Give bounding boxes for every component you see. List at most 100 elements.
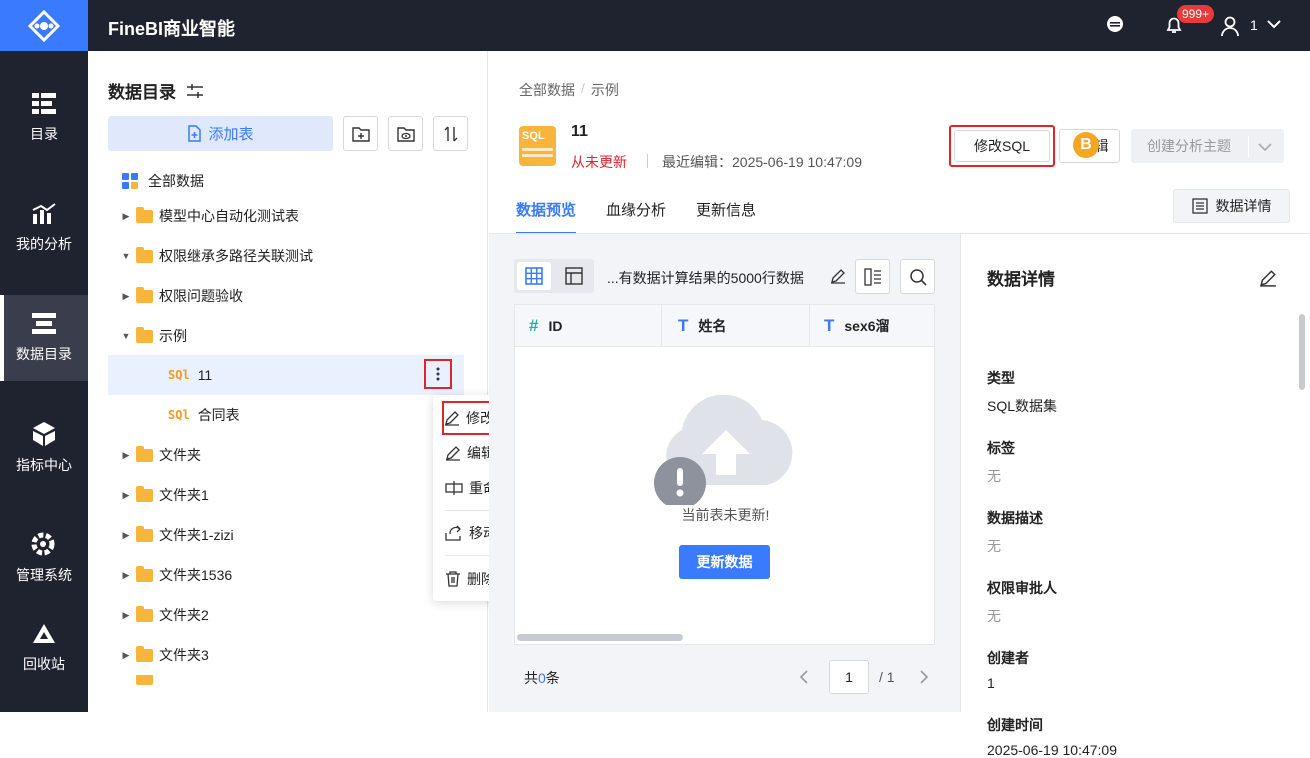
update-data-button[interactable]: 更新数据 xyxy=(679,545,770,579)
caret-icon[interactable]: ▼ xyxy=(116,251,136,261)
caret-icon[interactable]: ▶ xyxy=(116,291,136,302)
tree-root-all-data[interactable]: 全部数据 xyxy=(108,161,464,201)
nav-item-my-analysis[interactable]: 我的分析 xyxy=(0,185,88,271)
tree-item[interactable]: SQl 合同表 xyxy=(108,395,464,435)
tree-item[interactable]: ▶ 文件夹 xyxy=(116,435,472,475)
page-input[interactable]: 1 xyxy=(829,660,869,694)
column-settings-button[interactable] xyxy=(855,259,890,294)
grid-apps-icon xyxy=(122,173,138,189)
prev-page-icon[interactable] xyxy=(799,670,809,684)
column-name: sex6溜 xyxy=(844,317,890,334)
modify-sql-button-highlight: 修改SQL xyxy=(949,125,1055,167)
nav-label: 管理系统 xyxy=(16,567,72,583)
nav-item-data-catalog[interactable]: 数据目录 xyxy=(0,295,88,381)
caret-icon[interactable]: ▶ xyxy=(116,490,136,501)
nav-item-admin[interactable]: 管理系统 xyxy=(0,515,88,601)
tree-item[interactable]: ▶ 文件夹1 xyxy=(116,475,472,515)
tree-item[interactable]: ▶ 权限问题验收 xyxy=(116,276,472,316)
sort-button[interactable] xyxy=(433,116,468,151)
detail-value: 1 xyxy=(987,675,995,691)
data-catalog-panel: 数据目录 添加表 全部数据 ▶ 模型中心自动化测试表 ▼ 权限继承多路径关联测试 ▶… xyxy=(88,51,488,712)
rename-icon xyxy=(445,481,463,495)
caret-icon[interactable]: ▶ xyxy=(116,211,136,222)
tree-item[interactable]: ▶ 文件夹1536 xyxy=(116,555,472,595)
breadcrumb-item[interactable]: 示例 xyxy=(591,80,619,100)
detail-title: 数据详情 xyxy=(987,270,1055,289)
filter-settings-icon[interactable] xyxy=(186,83,204,99)
add-file-icon xyxy=(188,125,202,142)
top-bar: FineBI商业智能 999+ 1 xyxy=(0,0,1310,51)
tree-item[interactable]: ▶ 文件夹3 xyxy=(116,635,472,675)
edit-detail-icon[interactable] xyxy=(1259,269,1277,287)
tree-item[interactable]: ▼ 权限继承多路径关联测试 xyxy=(116,236,472,276)
visibility-button[interactable] xyxy=(388,116,423,151)
tab-data-preview[interactable]: 数据预览 xyxy=(516,199,577,234)
detail-label: 数据描述 xyxy=(987,510,1043,526)
tab-update-info[interactable]: 更新信息 xyxy=(696,199,756,234)
edit-caption-icon[interactable] xyxy=(830,268,846,287)
data-detail-button[interactable]: 数据详情 xyxy=(1173,189,1290,223)
tree-item-label: 文件夹 xyxy=(159,447,201,463)
search-button[interactable] xyxy=(900,259,935,294)
tree-item-label: 合同表 xyxy=(197,407,240,423)
tree-item-selected[interactable]: SQl 11 xyxy=(108,355,464,395)
column-name: ID xyxy=(548,317,563,334)
caret-icon[interactable]: ▶ xyxy=(116,450,136,461)
folder-icon xyxy=(136,525,153,542)
column-header[interactable]: Tsex6溜 xyxy=(810,305,934,347)
column-header[interactable]: T 姓名 xyxy=(662,305,810,347)
chevron-down-icon[interactable] xyxy=(1258,142,1272,152)
breadcrumb-separator: / xyxy=(581,80,585,96)
nav-item-metric-center[interactable]: 指标中心 xyxy=(0,405,88,491)
tab-lineage[interactable]: 血缘分析 xyxy=(606,199,666,234)
caret-icon[interactable]: ▶ xyxy=(116,530,136,541)
detail-label: 类型 xyxy=(987,370,1015,386)
vertical-scrollbar[interactable] xyxy=(1299,314,1305,390)
sql-table-icon: SQL xyxy=(519,126,556,166)
tree-item[interactable]: ▶ 模型中心自动化测试表 xyxy=(116,196,472,236)
app-logo[interactable] xyxy=(0,0,88,51)
tree-item[interactable]: ▼ 示例 xyxy=(116,316,472,356)
text-type-icon: T xyxy=(824,315,835,335)
user-name[interactable]: 1 xyxy=(1250,17,1258,33)
nav-label: 回收站 xyxy=(23,656,65,672)
tree-item[interactable]: ▶ 文件夹1-zizi xyxy=(116,515,472,555)
folder-icon xyxy=(136,246,153,263)
tree-item-label: 文件夹1 xyxy=(159,487,209,503)
theme-toggle-icon[interactable] xyxy=(1105,14,1125,37)
new-folder-button[interactable] xyxy=(343,116,378,151)
layout-view-button[interactable] xyxy=(557,262,591,290)
chevron-down-icon[interactable] xyxy=(1266,17,1282,33)
user-icon[interactable] xyxy=(1220,15,1240,40)
tree-item-label: 模型中心自动化测试表 xyxy=(159,208,299,224)
recycle-icon xyxy=(33,624,55,643)
add-table-button[interactable]: 添加表 xyxy=(108,116,333,151)
next-page-icon[interactable] xyxy=(919,670,929,684)
modify-sql-button[interactable]: 修改SQL xyxy=(954,130,1050,162)
nav-label: 数据目录 xyxy=(16,346,72,362)
more-options-button[interactable] xyxy=(424,359,452,389)
detail-label: 创建时间 xyxy=(987,717,1043,733)
more-vertical-icon xyxy=(436,367,440,381)
create-analysis-theme-button[interactable]: 创建分析主题 xyxy=(1131,129,1284,163)
column-header[interactable]: # ID xyxy=(515,305,662,347)
create-theme-label: 创建分析主题 xyxy=(1147,138,1231,154)
nav-item-catalog[interactable]: 目录 xyxy=(0,75,88,161)
caret-icon[interactable]: ▼ xyxy=(116,331,136,341)
detail-value: 2025-06-19 10:47:09 xyxy=(987,742,1117,758)
caret-icon[interactable]: ▶ xyxy=(116,570,136,581)
folder-icon xyxy=(136,645,153,662)
trash-icon xyxy=(446,571,460,587)
breadcrumb-item[interactable]: 全部数据 xyxy=(519,80,575,100)
nav-item-recycle[interactable]: 回收站 xyxy=(0,605,88,691)
total-number: 0 xyxy=(538,670,546,686)
tree-item-partial[interactable] xyxy=(116,675,472,685)
page-total: / 1 xyxy=(879,669,895,685)
horizontal-scrollbar[interactable] xyxy=(517,634,683,641)
tree-item[interactable]: ▶ 文件夹2 xyxy=(116,595,472,635)
caret-icon[interactable]: ▶ xyxy=(116,650,136,661)
update-status: 从未更新 xyxy=(571,154,627,170)
view-toggle xyxy=(514,259,594,293)
grid-view-button[interactable] xyxy=(517,262,551,290)
caret-icon[interactable]: ▶ xyxy=(116,610,136,621)
